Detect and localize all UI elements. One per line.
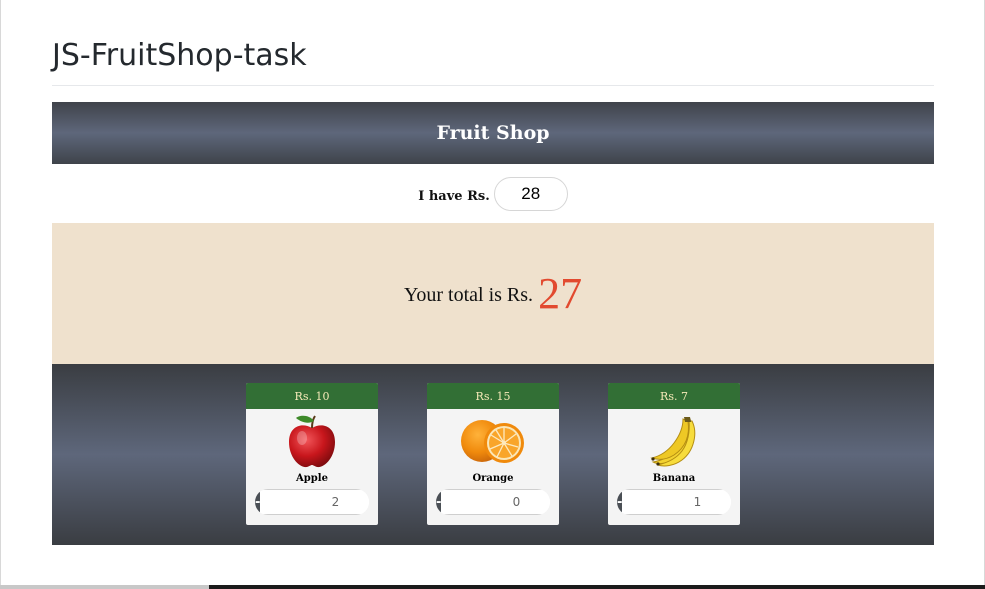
title-divider [52,85,934,86]
product-list: Rs. 10 Apple - 2 Rs. 15 Orange - 0 Rs. 7… [52,364,934,545]
total-label: Your total is Rs. [403,284,534,306]
product-card-banana: Rs. 7 Banana - + [608,383,740,525]
total-value: 27 [538,268,583,318]
product-card-orange: Rs. 15 Orange - 0 [427,383,559,525]
product-price: Rs. 15 [427,383,559,409]
quantity-stepper: - + [255,489,369,515]
product-name: Apple [296,473,328,484]
shop-title: Fruit Shop [436,122,550,144]
product-price: Rs. 10 [246,383,378,409]
quantity-stepper: - + [617,489,731,515]
quantity-input[interactable] [260,489,369,515]
product-price: Rs. 7 [608,383,740,409]
banana-icon [650,417,696,467]
orange-icon [461,420,524,463]
taskbar-strip [0,585,985,589]
apple-icon [289,415,335,468]
product-card-apple: Rs. 10 Apple - 2 [246,383,378,525]
quantity-input[interactable] [441,489,550,515]
browser-page: JS-FruitShop-task Fruit Shop I have Rs. … [0,0,985,589]
budget-row: I have Rs. [52,176,934,212]
quantity-input[interactable] [622,489,731,515]
total-panel: Your total is Rs. 27 [52,223,934,364]
budget-input[interactable] [493,177,568,211]
product-name: Orange [472,473,514,484]
page-title: JS-FruitShop-task [52,38,307,73]
product-name: Banana [652,473,696,484]
shop-header: Fruit Shop [52,102,934,164]
budget-label: I have Rs. [418,188,490,204]
quantity-stepper: - + [436,489,550,515]
